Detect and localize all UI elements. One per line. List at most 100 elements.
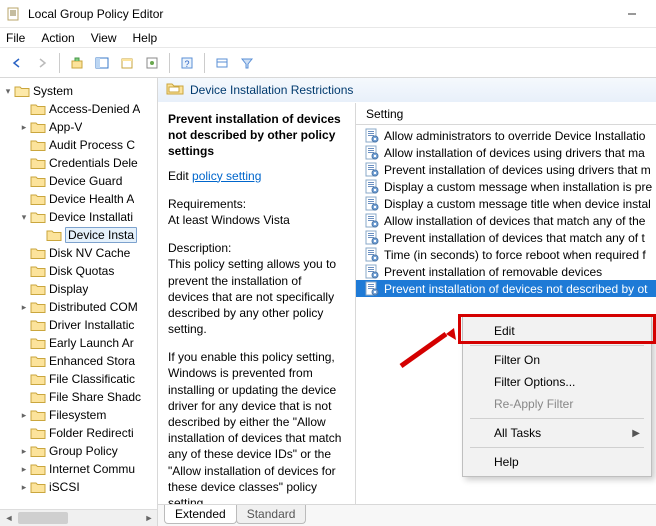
ctx-help[interactable]: Help xyxy=(466,451,648,473)
chevron-right-icon[interactable]: ▸ xyxy=(18,302,30,313)
tree-h-scrollbar[interactable]: ◄ ► xyxy=(0,509,158,526)
tree-root[interactable]: ▾ System xyxy=(0,82,157,100)
settings-row[interactable]: Prevent installation of devices not desc… xyxy=(356,280,656,297)
nav-forward-button[interactable] xyxy=(31,52,53,74)
tree-node[interactable]: ▸iSCSI xyxy=(0,478,157,496)
export-list-button[interactable] xyxy=(116,52,138,74)
settings-row[interactable]: Allow installation of devices that match… xyxy=(356,212,656,229)
scroll-left-icon[interactable]: ◄ xyxy=(2,511,16,525)
chevron-right-icon[interactable]: ▸ xyxy=(18,464,30,475)
settings-row-label: Allow installation of devices that match… xyxy=(384,214,645,228)
menu-action[interactable]: Action xyxy=(41,31,74,45)
properties-button[interactable] xyxy=(141,52,163,74)
folder-icon xyxy=(30,264,46,278)
chevron-down-icon[interactable]: ▾ xyxy=(18,212,30,223)
tree-node[interactable]: ▸ App-V xyxy=(0,118,157,136)
tree-node[interactable]: Device Insta xyxy=(0,226,157,244)
settings-row-label: Prevent installation of devices not desc… xyxy=(384,282,647,296)
toolbar-separator xyxy=(204,53,205,73)
tree-node[interactable]: Access-Denied A xyxy=(0,100,157,118)
tree-node-label: App-V xyxy=(49,120,82,134)
chevron-right-icon[interactable]: ▸ xyxy=(18,122,30,133)
settings-row[interactable]: Display a custom message title when devi… xyxy=(356,195,656,212)
tree-node[interactable]: ▸ Internet Commu xyxy=(0,460,157,478)
tree-node[interactable]: ▸Distributed COM xyxy=(0,298,157,316)
ctx-filter-options[interactable]: Filter Options... xyxy=(466,371,648,393)
ctx-all-tasks[interactable]: All Tasks▶ xyxy=(466,422,648,444)
policy-icon xyxy=(364,264,380,280)
chevron-right-icon[interactable]: ▸ xyxy=(18,446,30,457)
folder-icon xyxy=(30,300,46,314)
requirements-label: Requirements: xyxy=(168,196,345,212)
tree-node-label: Folder Redirecti xyxy=(49,426,134,440)
help-button[interactable]: ? xyxy=(176,52,198,74)
tree-node-label: Internet Commu xyxy=(49,462,135,476)
settings-row[interactable]: Prevent installation of removable device… xyxy=(356,263,656,280)
context-menu: Edit Filter On Filter Options... Re-Appl… xyxy=(462,316,652,477)
filter-icon-button[interactable] xyxy=(211,52,233,74)
show-tree-button[interactable] xyxy=(91,52,113,74)
edit-policy-link[interactable]: policy setting xyxy=(192,169,261,183)
tree-node-label: Display xyxy=(49,282,88,296)
policy-icon xyxy=(364,230,380,246)
funnel-icon-button[interactable] xyxy=(236,52,258,74)
nav-back-button[interactable] xyxy=(6,52,28,74)
settings-row[interactable]: Display a custom message when installati… xyxy=(356,178,656,195)
tree-node[interactable]: ▸Filesystem xyxy=(0,406,157,424)
tree-node[interactable]: Driver Installatic xyxy=(0,316,157,334)
tree-node-label: Enhanced Stora xyxy=(49,354,135,368)
folder-icon xyxy=(30,444,46,458)
chevron-down-icon[interactable]: ▾ xyxy=(2,86,14,97)
folder-icon xyxy=(30,156,46,170)
tree-pane[interactable]: ▾ System Access-Denied A ▸ App-V Audit Proces… xyxy=(0,78,158,526)
tree-node[interactable]: Audit Process C xyxy=(0,136,157,154)
policy-icon xyxy=(364,196,380,212)
tree-node[interactable]: ▸ Group Policy xyxy=(0,442,157,460)
titlebar: Local Group Policy Editor xyxy=(0,0,656,28)
tree-node-label: System xyxy=(33,84,73,98)
tree-node[interactable]: Enhanced Stora xyxy=(0,352,157,370)
settings-row[interactable]: Time (in seconds) to force reboot when r… xyxy=(356,246,656,263)
settings-row-label: Time (in seconds) to force reboot when r… xyxy=(384,248,646,262)
tree-node[interactable]: File Share Shadc xyxy=(0,388,157,406)
settings-row[interactable]: Prevent installation of devices that mat… xyxy=(356,229,656,246)
scroll-right-icon[interactable]: ► xyxy=(142,511,156,525)
folder-icon xyxy=(30,336,46,350)
tree-node-label: Group Policy xyxy=(49,444,118,458)
tree-node[interactable]: Disk NV Cache xyxy=(0,244,157,262)
tree-node[interactable]: Display xyxy=(0,280,157,298)
up-folder-button[interactable] xyxy=(66,52,88,74)
settings-row[interactable]: Prevent installation of devices using dr… xyxy=(356,161,656,178)
tab-standard[interactable]: Standard xyxy=(236,505,307,524)
tree-node[interactable]: ▾ Device Installati xyxy=(0,208,157,226)
folder-icon xyxy=(30,282,46,296)
ctx-filter-on[interactable]: Filter On xyxy=(466,349,648,371)
ctx-edit[interactable]: Edit xyxy=(466,320,648,342)
tree-node-label: Device Installati xyxy=(49,210,133,224)
settings-row[interactable]: Allow administrators to override Device … xyxy=(356,127,656,144)
chevron-right-icon[interactable]: ▸ xyxy=(18,482,30,493)
menu-view[interactable]: View xyxy=(91,31,117,45)
content-title: Device Installation Restrictions xyxy=(190,83,353,97)
tree-node[interactable]: File Classificatic xyxy=(0,370,157,388)
tree-node[interactable]: Disk Quotas xyxy=(0,262,157,280)
tree-node[interactable]: Folder Redirecti xyxy=(0,424,157,442)
policy-icon xyxy=(364,128,380,144)
tree-node[interactable]: Device Health A xyxy=(0,190,157,208)
folder-icon xyxy=(30,480,46,494)
chevron-right-icon[interactable]: ▸ xyxy=(18,410,30,421)
tree-node-label: File Share Shadc xyxy=(49,390,141,404)
folder-icon xyxy=(30,318,46,332)
tree-node[interactable]: Device Guard xyxy=(0,172,157,190)
column-header-setting[interactable]: Setting xyxy=(356,103,656,125)
settings-row-label: Allow administrators to override Device … xyxy=(384,129,645,143)
tree-node[interactable]: Early Launch Ar xyxy=(0,334,157,352)
settings-row[interactable]: Allow installation of devices using driv… xyxy=(356,144,656,161)
tree-node[interactable]: Credentials Dele xyxy=(0,154,157,172)
minimize-button[interactable] xyxy=(614,0,650,28)
tab-strip: Extended Standard xyxy=(158,504,656,526)
ctx-separator xyxy=(470,345,644,346)
menu-file[interactable]: File xyxy=(6,31,25,45)
menu-help[interactable]: Help xyxy=(133,31,158,45)
tab-extended[interactable]: Extended xyxy=(164,505,237,524)
